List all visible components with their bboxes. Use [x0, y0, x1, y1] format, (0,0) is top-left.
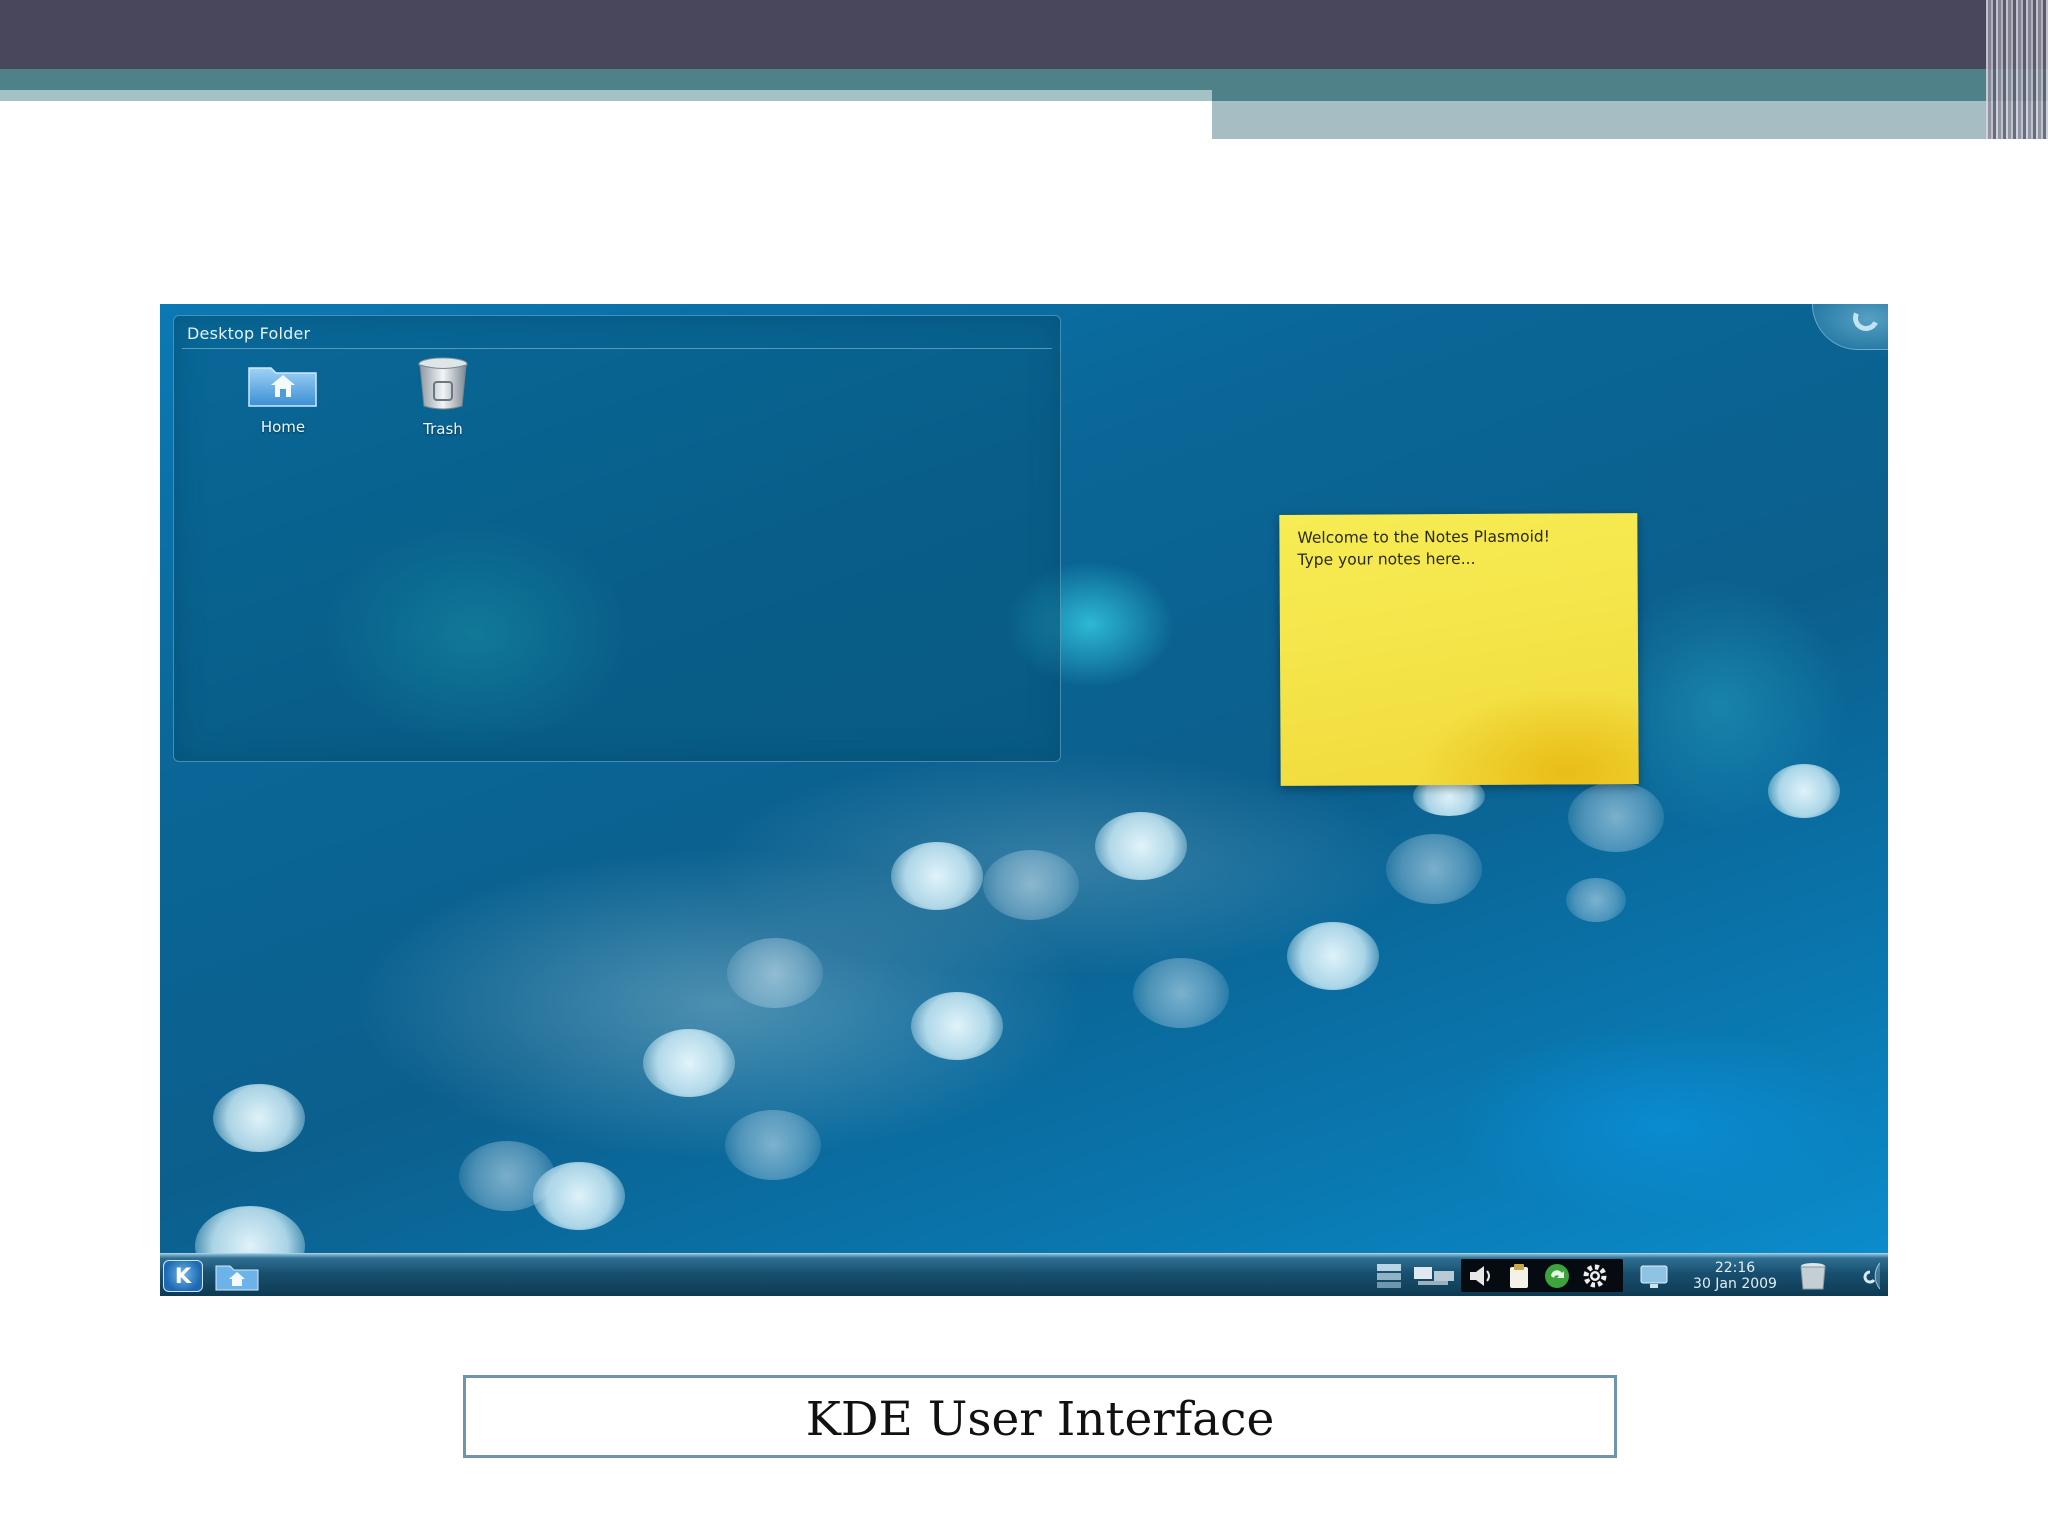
- volume-icon[interactable]: [1466, 1261, 1496, 1291]
- notes-plasmoid[interactable]: Welcome to the Notes Plasmoid! Type your…: [1279, 513, 1639, 786]
- panel-toolbox-button[interactable]: [1840, 1261, 1881, 1291]
- kickoff-menu-button[interactable]: K: [163, 1260, 203, 1292]
- taskbar-icon[interactable]: [1412, 1261, 1458, 1291]
- home-folder-icon: [248, 367, 317, 407]
- system-tray: 22:16 30 Jan 2009: [1368, 1254, 1888, 1296]
- desktop-icon-label: Home: [260, 418, 306, 436]
- kde-logo-icon: K: [174, 1264, 192, 1288]
- folder-icon: [215, 1265, 259, 1291]
- folder-widget-divider: [182, 348, 1052, 349]
- folder-launcher-button[interactable]: [214, 1260, 260, 1292]
- wallpaper-light: [727, 938, 823, 1008]
- clock-date: 30 Jan 2009: [1693, 1276, 1777, 1292]
- update-icon[interactable]: [1542, 1261, 1572, 1291]
- wallpaper-light: [911, 992, 1003, 1060]
- plasma-panel: K 22:16 30 Jan 2009: [160, 1253, 1888, 1296]
- trash-icon: [418, 357, 468, 410]
- plasma-cashew-icon: [1849, 304, 1883, 335]
- wallpaper-light: [1095, 812, 1187, 880]
- kde-desktop-screenshot: Desktop Folder Home Trash Welcome to the…: [160, 304, 1888, 1296]
- desktop-folder-widget[interactable]: Desktop Folder Home Trash: [173, 315, 1061, 762]
- clipboard-icon[interactable]: [1504, 1261, 1534, 1291]
- wallpaper-light: [983, 850, 1079, 920]
- slide-accent-strip-left: [0, 90, 1212, 101]
- settings-gear-icon[interactable]: [1580, 1261, 1610, 1291]
- desktop-toolbox-button[interactable]: [1812, 304, 1888, 350]
- slide-corner-stripes: [1986, 0, 2048, 139]
- clock-time: 22:16: [1714, 1260, 1756, 1276]
- note-text-area[interactable]: Welcome to the Notes Plasmoid! Type your…: [1297, 526, 1550, 571]
- wallpaper-light: [891, 842, 983, 910]
- digital-clock[interactable]: 22:16 30 Jan 2009: [1681, 1260, 1789, 1292]
- pager-icon[interactable]: [1374, 1261, 1404, 1291]
- slide-caption-text: KDE User Interface: [805, 1392, 1275, 1447]
- wallpaper-light: [1566, 878, 1626, 922]
- desktop-icon-home[interactable]: Home: [228, 360, 338, 436]
- wallpaper-light: [643, 1029, 735, 1097]
- wallpaper-light: [1287, 922, 1379, 990]
- wallpaper-light: [1133, 958, 1229, 1028]
- desktop-icon-trash[interactable]: Trash: [388, 356, 498, 438]
- slide-accent-strip-right: [1212, 101, 2048, 139]
- slide-caption-box: KDE User Interface: [463, 1375, 1617, 1458]
- slide-header-bar: [0, 0, 2048, 69]
- folder-widget-title: Desktop Folder: [187, 324, 311, 343]
- wallpaper-light: [1768, 764, 1840, 818]
- wallpaper-light: [1386, 834, 1482, 904]
- desktop-icon-label: Trash: [423, 420, 463, 438]
- wallpaper-light: [213, 1084, 305, 1152]
- network-icon[interactable]: [1636, 1261, 1672, 1291]
- wallpaper-light: [459, 1141, 555, 1211]
- wallpaper-light: [1568, 782, 1664, 852]
- panel-trash-icon[interactable]: [1798, 1261, 1828, 1291]
- wallpaper-light: [725, 1110, 821, 1180]
